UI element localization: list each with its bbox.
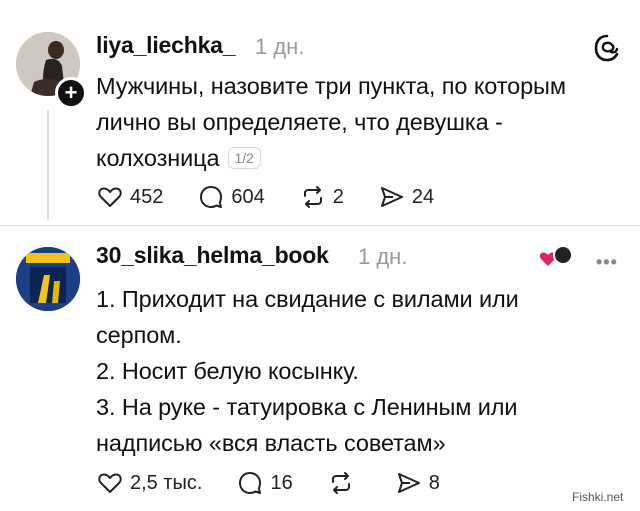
share-button[interactable]: 24	[378, 183, 434, 211]
threads-logo-icon[interactable]	[592, 33, 622, 63]
post-actions: 452 604 2 24	[96, 183, 468, 211]
post-username[interactable]: liya_liechka_	[96, 32, 236, 59]
share-count: 8	[428, 471, 440, 494]
reply-text-line: 2. Носит белую косынку.	[96, 358, 359, 384]
comment-button[interactable]: 604	[197, 183, 265, 211]
repost-button[interactable]: 2	[299, 183, 344, 211]
like-button[interactable]: 2,5 тыс.	[96, 469, 202, 497]
like-count: 2,5 тыс.	[130, 471, 203, 494]
reply-text-line: надписью «вся власть советам»	[96, 430, 446, 456]
reply-text-line: 3. На руке - татуировка с Лениным или	[96, 394, 518, 420]
reply-text-line: серпом.	[96, 322, 182, 348]
reply-actions: 2,5 тыс. 16 8	[96, 469, 474, 497]
share-count: 24	[411, 185, 435, 208]
share-button[interactable]: 8	[395, 469, 440, 497]
post-text-line: колхозница 1/2	[96, 140, 566, 176]
post-text-fragment: колхозница	[96, 145, 220, 171]
heart-icon	[98, 473, 122, 493]
post-text-line: лично вы определяете, что девушка -	[96, 109, 503, 135]
post-timestamp: 1 дн.	[255, 34, 305, 59]
send-icon	[380, 187, 403, 207]
heart-icon	[98, 187, 122, 207]
watermark: Fishki.net	[572, 490, 624, 504]
comment-count: 16	[270, 471, 293, 494]
author-liked-icon	[539, 245, 573, 266]
reply-timestamp: 1 дн.	[358, 244, 408, 269]
comment-count: 604	[231, 185, 265, 208]
repost-count: 2	[332, 185, 344, 208]
page-indicator: 1/2	[227, 147, 261, 169]
like-count: 452	[130, 185, 164, 208]
comment-icon	[200, 186, 223, 208]
avatar[interactable]	[16, 247, 80, 311]
divider	[0, 225, 640, 226]
thread-connector-line	[47, 110, 49, 220]
follow-button[interactable]: +	[55, 77, 87, 109]
repost-icon	[303, 186, 322, 208]
reply-text-line: 1. Приходит на свидание с вилами или	[96, 286, 519, 312]
comment-icon	[239, 472, 262, 494]
reply-username[interactable]: 30_slika_helma_book	[96, 242, 329, 269]
post-text-line: Мужчины, назовите три пункта, по которым	[96, 73, 566, 99]
repost-button[interactable]	[327, 469, 361, 497]
reply-text: 1. Приходит на свидание с вилами или сер…	[96, 281, 519, 461]
comment-button[interactable]: 16	[236, 469, 293, 497]
like-button[interactable]: 452	[96, 183, 163, 211]
more-options-icon[interactable]: •••	[596, 252, 618, 273]
send-icon	[397, 473, 420, 493]
repost-icon	[331, 472, 350, 494]
post-text: Мужчины, назовите три пункта, по которым…	[96, 68, 566, 176]
